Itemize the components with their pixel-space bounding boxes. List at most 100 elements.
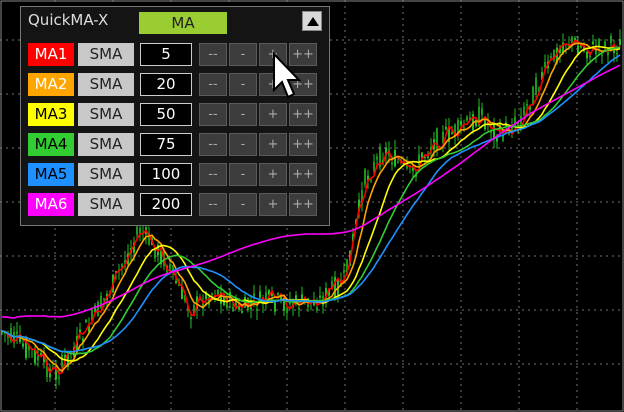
ma-period-field[interactable]: 100 bbox=[140, 163, 192, 186]
candle-body bbox=[544, 62, 546, 68]
candle-body bbox=[121, 264, 123, 267]
candle-body bbox=[397, 161, 399, 163]
collapse-button[interactable] bbox=[302, 11, 322, 31]
decrease-button[interactable]: - bbox=[229, 73, 257, 96]
ma-label[interactable]: MA5 bbox=[28, 163, 74, 186]
candle-body bbox=[22, 343, 24, 347]
candle-body bbox=[319, 295, 321, 298]
candle-body bbox=[526, 104, 528, 106]
decrease-big-button[interactable]: -- bbox=[199, 73, 227, 96]
candle-body bbox=[16, 331, 18, 335]
ma-period-field[interactable]: 5 bbox=[140, 43, 192, 66]
candle-body bbox=[610, 35, 612, 44]
ma-label[interactable]: MA4 bbox=[28, 133, 74, 156]
candle-body bbox=[103, 298, 105, 300]
decrease-button[interactable]: - bbox=[229, 133, 257, 156]
candle-body bbox=[175, 281, 177, 284]
candle-body bbox=[373, 162, 375, 171]
candle-body bbox=[592, 41, 594, 45]
candle-body bbox=[136, 226, 138, 235]
candle-body bbox=[532, 86, 534, 105]
ma-type-button[interactable]: SMA bbox=[78, 163, 134, 186]
ma-type-button[interactable]: SMA bbox=[78, 43, 134, 66]
ma-type-button[interactable]: SMA bbox=[78, 73, 134, 96]
candle-body bbox=[370, 179, 372, 182]
increase-big-button[interactable]: ++ bbox=[289, 133, 317, 156]
increase-button[interactable]: + bbox=[259, 103, 287, 126]
ma-type-button[interactable]: SMA bbox=[78, 193, 134, 216]
increase-button[interactable]: + bbox=[259, 133, 287, 156]
increase-big-button[interactable]: ++ bbox=[289, 103, 317, 126]
ma-period-field[interactable]: 20 bbox=[140, 73, 192, 96]
candle-body bbox=[391, 162, 393, 165]
candle-body bbox=[277, 293, 279, 295]
candle-body bbox=[493, 124, 495, 139]
candle-body bbox=[523, 106, 525, 115]
ma-type-button[interactable]: SMA bbox=[78, 103, 134, 126]
ma-label[interactable]: MA3 bbox=[28, 103, 74, 126]
increase-button[interactable]: + bbox=[259, 193, 287, 216]
mode-toggle-button[interactable]: MA bbox=[139, 12, 227, 34]
decrease-big-button[interactable]: -- bbox=[199, 43, 227, 66]
candle-body bbox=[274, 302, 276, 312]
increase-button[interactable]: + bbox=[259, 163, 287, 186]
ma-label[interactable]: MA2 bbox=[28, 73, 74, 96]
candle-body bbox=[169, 264, 171, 270]
decrease-big-button[interactable]: -- bbox=[199, 133, 227, 156]
candle-body bbox=[256, 308, 258, 311]
candle-body bbox=[619, 39, 621, 46]
candle-body bbox=[601, 55, 603, 57]
increase-big-button[interactable]: ++ bbox=[289, 193, 317, 216]
candle-body bbox=[85, 319, 87, 323]
candle-body bbox=[451, 132, 453, 134]
candle-body bbox=[550, 56, 552, 58]
candle-body bbox=[424, 157, 426, 159]
ma-label[interactable]: MA6 bbox=[28, 193, 74, 216]
candle-body bbox=[481, 108, 483, 116]
candle-body bbox=[259, 291, 261, 298]
candle-body bbox=[463, 127, 465, 129]
candle-body bbox=[40, 352, 42, 355]
decrease-big-button[interactable]: -- bbox=[199, 163, 227, 186]
candle-body bbox=[316, 307, 318, 311]
candle-body bbox=[97, 302, 99, 317]
ma-period-field[interactable]: 75 bbox=[140, 133, 192, 156]
triangle-up-icon bbox=[307, 17, 319, 26]
ma-type-button[interactable]: SMA bbox=[78, 133, 134, 156]
decrease-button[interactable]: - bbox=[229, 103, 257, 126]
decrease-button[interactable]: - bbox=[229, 163, 257, 186]
candle-body bbox=[37, 355, 39, 361]
panel-title: QuickMA-X bbox=[28, 11, 109, 29]
increase-big-button[interactable]: ++ bbox=[289, 163, 317, 186]
candle-body bbox=[466, 116, 468, 121]
mouse-pointer-icon bbox=[273, 52, 302, 99]
candle-body bbox=[535, 77, 537, 95]
quickma-panel: QuickMA-X MA MA1SMA5---+++MA2SMA20---+++… bbox=[20, 6, 330, 226]
decrease-big-button[interactable]: -- bbox=[199, 103, 227, 126]
candle-body bbox=[586, 51, 588, 59]
candle-body bbox=[604, 41, 606, 47]
candle-body bbox=[217, 289, 219, 295]
candle-body bbox=[460, 120, 462, 126]
candle-body bbox=[376, 156, 378, 160]
ma-period-field[interactable]: 200 bbox=[140, 193, 192, 216]
candle-body bbox=[211, 293, 213, 295]
candle-body bbox=[241, 311, 243, 313]
candle-body bbox=[61, 354, 63, 367]
candle-body bbox=[364, 169, 366, 185]
candle-body bbox=[508, 133, 510, 135]
candle-body bbox=[298, 307, 300, 310]
candle-body bbox=[58, 377, 60, 379]
candle-body bbox=[418, 154, 420, 166]
candle-body bbox=[139, 227, 141, 234]
candle-body bbox=[616, 53, 618, 55]
candle-body bbox=[445, 126, 447, 130]
candle-body bbox=[190, 317, 192, 320]
decrease-big-button[interactable]: -- bbox=[199, 193, 227, 216]
candle-body bbox=[286, 308, 288, 313]
candle-body bbox=[232, 306, 234, 312]
ma-label[interactable]: MA1 bbox=[28, 43, 74, 66]
decrease-button[interactable]: - bbox=[229, 43, 257, 66]
decrease-button[interactable]: - bbox=[229, 193, 257, 216]
ma-period-field[interactable]: 50 bbox=[140, 103, 192, 126]
